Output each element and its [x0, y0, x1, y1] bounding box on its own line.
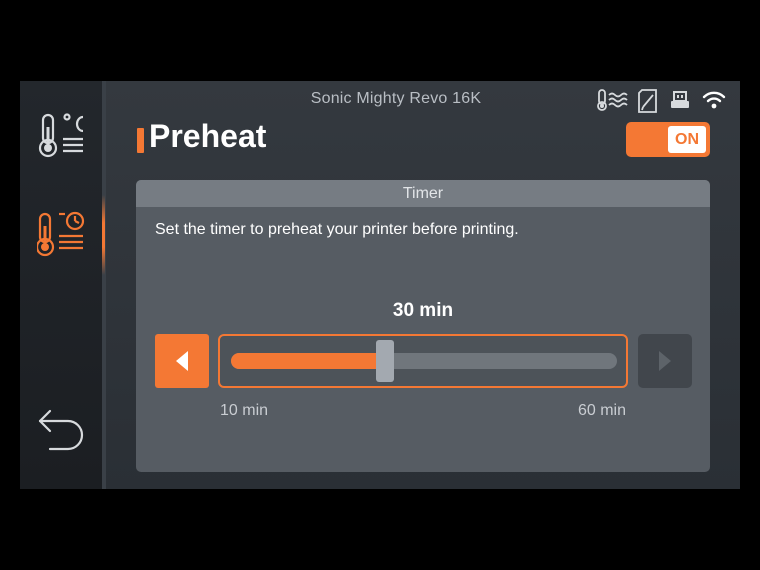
slider-max-label: 60 min	[577, 402, 626, 419]
timer-panel-header: Timer	[136, 180, 710, 207]
page-title: Preheat	[149, 118, 267, 154]
edit-sd-icon	[638, 89, 657, 113]
slider-min-label: 10 min	[220, 402, 269, 419]
back-arrow-icon[interactable]	[36, 405, 88, 466]
printer-screen: Sonic Mighty Revo 16K Preheat ON Timer S…	[20, 81, 740, 489]
timer-value-label: 30 min	[392, 300, 454, 321]
sidebar-divider	[102, 81, 106, 489]
title-accent-bar	[137, 128, 144, 153]
slider-fill	[231, 353, 386, 369]
decrease-button[interactable]	[155, 334, 209, 388]
sidebar-active-indicator	[102, 195, 105, 275]
thermometer-celsius-icon[interactable]	[37, 111, 87, 166]
triangle-right-icon	[659, 351, 671, 371]
thermometer-clock-icon[interactable]	[35, 210, 87, 265]
usb-icon	[671, 91, 689, 108]
increase-button[interactable]	[638, 334, 692, 388]
slider-track[interactable]	[231, 353, 617, 369]
wifi-icon	[702, 91, 726, 109]
device-title: Sonic Mighty Revo 16K	[310, 90, 482, 107]
thermometer-heat-icon	[597, 89, 628, 111]
timer-slider[interactable]	[218, 334, 628, 388]
preheat-toggle[interactable]: ON	[626, 122, 710, 157]
timer-description: Set the timer to preheat your printer be…	[155, 221, 519, 238]
slider-thumb[interactable]	[376, 340, 395, 382]
timer-panel: Timer Set the timer to preheat your prin…	[136, 180, 710, 472]
triangle-left-icon	[176, 351, 188, 371]
toggle-state-label: ON	[668, 126, 706, 153]
sidebar	[20, 81, 102, 489]
